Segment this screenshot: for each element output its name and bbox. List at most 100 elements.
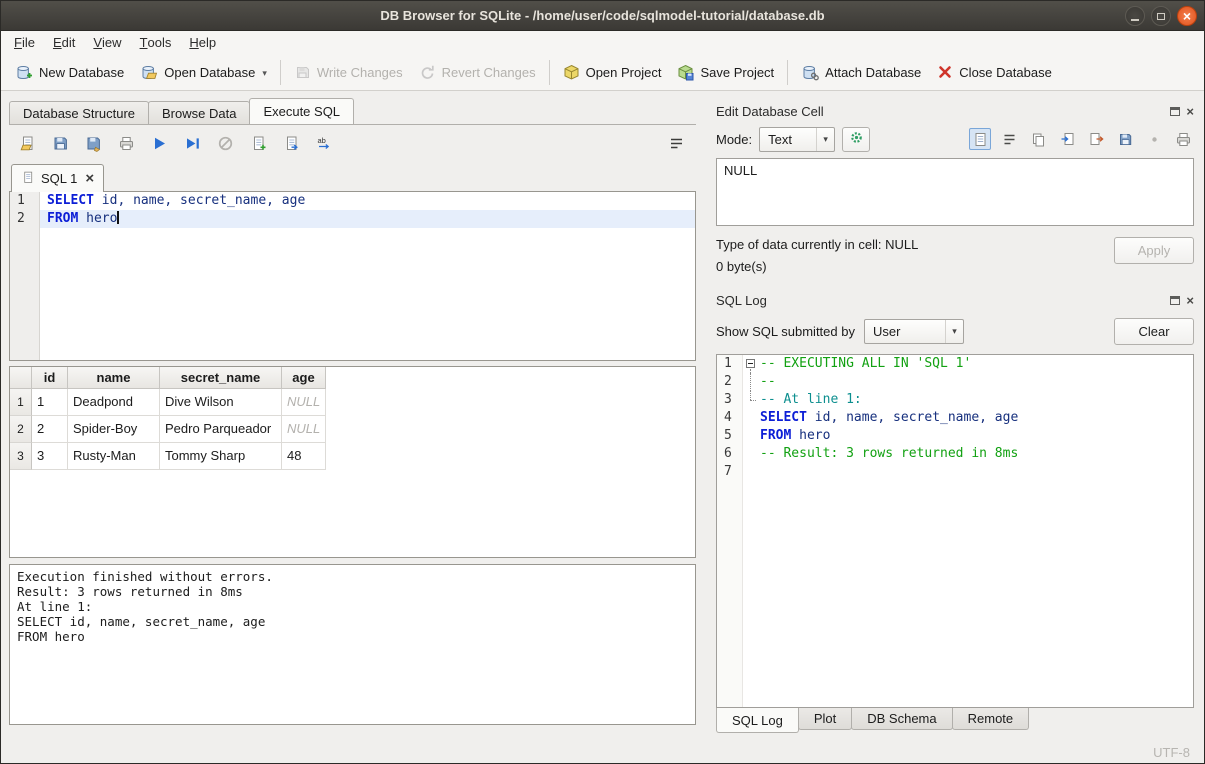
tab-browse-data[interactable]: Browse Data: [148, 101, 250, 124]
sql-tabbar: SQL 1 ×: [9, 164, 696, 192]
cell[interactable]: NULL: [282, 389, 326, 416]
tab-database-structure[interactable]: Database Structure: [9, 101, 149, 124]
cell-type-text: Type of data currently in cell: NULL: [716, 237, 918, 252]
menu-tools[interactable]: Tools: [131, 31, 181, 54]
new-database-icon: [15, 64, 33, 81]
sql-log-box[interactable]: 1234567 -- EXECUTING ALL IN 'SQL 1'---- …: [716, 354, 1194, 708]
log-gutter: 1234567: [717, 355, 743, 707]
dock-tab-db-schema[interactable]: DB Schema: [851, 708, 952, 730]
apply-button[interactable]: Apply: [1114, 237, 1194, 264]
close-tab-icon[interactable]: ×: [85, 171, 94, 186]
execute-current-line-icon[interactable]: [180, 131, 204, 155]
print-icon[interactable]: [1172, 128, 1194, 150]
word-wrap-icon[interactable]: [664, 131, 688, 155]
dock-tab-remote[interactable]: Remote: [952, 708, 1030, 730]
toolbar-separator: [787, 60, 788, 85]
float-panel-icon[interactable]: [1170, 296, 1180, 305]
maximize-button[interactable]: [1151, 6, 1171, 26]
fold-marker: [743, 391, 760, 409]
menu-file[interactable]: File: [5, 31, 44, 54]
column-header-id[interactable]: id: [32, 367, 68, 389]
cell[interactable]: NULL: [282, 416, 326, 443]
copy-icon[interactable]: [1027, 128, 1049, 150]
fold-marker: [743, 463, 760, 481]
print-icon[interactable]: [114, 131, 138, 155]
open-in-new-tab-icon[interactable]: [246, 131, 270, 155]
attach-database-button[interactable]: Attach Database: [793, 59, 929, 86]
close-panel-icon[interactable]: ×: [1186, 105, 1194, 118]
cell[interactable]: Dive Wilson: [160, 389, 282, 416]
auto-mode-button[interactable]: [842, 127, 870, 152]
close-database-button[interactable]: Close Database: [929, 59, 1060, 85]
close-button[interactable]: ×: [1177, 6, 1197, 26]
line-number: 1: [717, 355, 742, 373]
tab-sql-1[interactable]: SQL 1 ×: [11, 164, 104, 192]
minimize-button[interactable]: [1125, 6, 1145, 26]
chevron-down-icon: ▾: [945, 320, 963, 343]
gear-icon: [849, 130, 864, 148]
menu-view[interactable]: View: [84, 31, 130, 54]
attach-database-icon: [801, 64, 819, 81]
cell-info: Type of data currently in cell: NULL 0 b…: [716, 237, 918, 274]
cell[interactable]: 3: [32, 443, 68, 470]
column-header-secret_name[interactable]: secret_name: [160, 367, 282, 389]
column-header-age[interactable]: age: [282, 367, 326, 389]
new-database-button[interactable]: New Database: [7, 59, 132, 86]
open-project-button[interactable]: Open Project: [555, 59, 670, 86]
line-number: 2: [717, 373, 742, 391]
row-header[interactable]: 1: [10, 389, 32, 416]
clear-log-button[interactable]: Clear: [1114, 318, 1194, 345]
editor-line: SELECT id, name, secret_name, age: [40, 192, 695, 210]
save-project-button[interactable]: Save Project: [669, 59, 782, 86]
text-view-icon[interactable]: [969, 128, 991, 150]
execute-sql-pane: ab SQL 1 × 12 SELECT id, name, secret_na…: [9, 124, 696, 725]
corner-cell[interactable]: [10, 367, 32, 389]
clear-button-label: Clear: [1138, 324, 1169, 339]
save-sql-file-icon[interactable]: [48, 131, 72, 155]
cell-editor[interactable]: NULL: [716, 158, 1194, 226]
menubar: FileEditViewToolsHelp: [1, 31, 1204, 54]
sql-editor[interactable]: 12 SELECT id, name, secret_name, ageFROM…: [9, 191, 696, 361]
sql-log-header: SQL Log ×: [716, 290, 1194, 310]
fold-marker[interactable]: [743, 355, 760, 373]
cell[interactable]: Tommy Sharp: [160, 443, 282, 470]
wrap-lines-icon[interactable]: [998, 128, 1020, 150]
menu-edit[interactable]: Edit: [44, 31, 84, 54]
save-file-icon[interactable]: [1114, 128, 1136, 150]
import-file-icon[interactable]: [1056, 128, 1078, 150]
export-file-icon[interactable]: [1085, 128, 1107, 150]
cell[interactable]: Rusty-Man: [68, 443, 160, 470]
open-sql-file-icon[interactable]: [15, 131, 39, 155]
export-sql-icon[interactable]: [279, 131, 303, 155]
row-header[interactable]: 2: [10, 416, 32, 443]
float-panel-icon[interactable]: [1170, 107, 1180, 116]
write-changes-button: Write Changes: [286, 59, 411, 86]
log-line: -- At line 1:: [743, 391, 1193, 409]
row-header[interactable]: 3: [10, 443, 32, 470]
find-replace-icon[interactable]: ab: [312, 131, 336, 155]
column-header-name[interactable]: name: [68, 367, 160, 389]
code-token: -- EXECUTING ALL IN 'SQL 1': [760, 355, 971, 373]
log-filter-select[interactable]: User ▾: [864, 319, 964, 344]
dock-tab-plot[interactable]: Plot: [798, 708, 852, 730]
cell[interactable]: Spider-Boy: [68, 416, 160, 443]
close-panel-icon[interactable]: ×: [1186, 294, 1194, 307]
cell[interactable]: Pedro Parqueador: [160, 416, 282, 443]
table-row: 11DeadpondDive WilsonNULL: [10, 389, 695, 416]
execute-all-icon[interactable]: [147, 131, 171, 155]
toolbar-label: Open Database: [164, 65, 255, 80]
cell[interactable]: 1: [32, 389, 68, 416]
cell[interactable]: 2: [32, 416, 68, 443]
dropdown-arrow-icon[interactable]: ▾: [262, 68, 267, 81]
dock-tab-sql-log[interactable]: SQL Log: [716, 708, 799, 733]
left-pane: Database StructureBrowse DataExecute SQL…: [1, 91, 704, 741]
save-sql-as-icon[interactable]: [81, 131, 105, 155]
cell[interactable]: Deadpond: [68, 389, 160, 416]
set-null-icon[interactable]: [1143, 128, 1165, 150]
open-database-button[interactable]: Open Database ▾: [132, 59, 275, 86]
tab-execute-sql[interactable]: Execute SQL: [249, 98, 354, 124]
mode-select[interactable]: Text ▾: [759, 127, 835, 152]
cell[interactable]: 48: [282, 443, 326, 470]
editor-lines[interactable]: SELECT id, name, secret_name, ageFROM he…: [40, 192, 695, 360]
menu-help[interactable]: Help: [180, 31, 225, 54]
